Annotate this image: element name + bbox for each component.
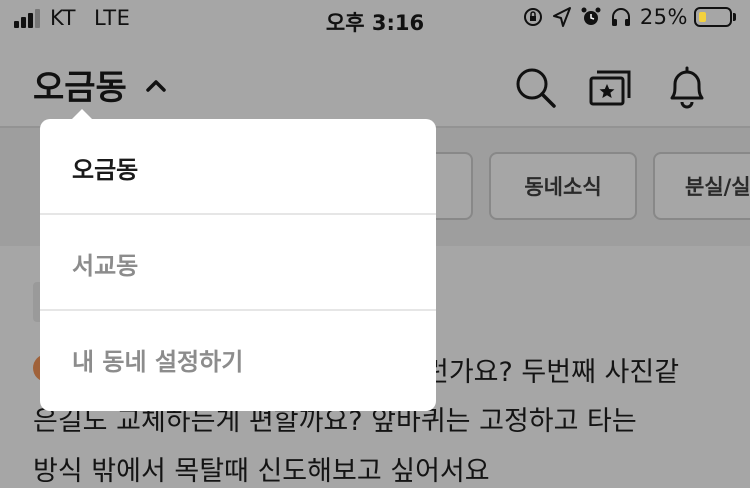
location-dropdown: 오금동 서교동 내 동네 설정하기 <box>40 119 436 411</box>
headphones-icon <box>611 8 630 26</box>
post-line-1: 런가요? 두번째 사진같 <box>424 357 680 388</box>
bell-icon[interactable] <box>664 64 710 110</box>
chip-lost-found[interactable]: 분실/실종 <box>653 152 750 220</box>
chevron-up-icon <box>146 79 166 92</box>
location-title: 오금동 <box>33 68 127 108</box>
battery-icon <box>694 7 732 27</box>
app-header: 오금동 <box>0 42 750 128</box>
location-selector[interactable]: 오금동 <box>33 60 167 109</box>
battery-level <box>699 12 706 22</box>
dropdown-item-current[interactable]: 오금동 <box>40 119 436 215</box>
catalog-icon[interactable] <box>588 64 634 110</box>
status-bar: KT LTE 오후 3:16 25% <box>0 0 750 42</box>
alarm-icon <box>581 7 601 25</box>
search-icon[interactable] <box>512 64 558 110</box>
chip-neighborhood-news[interactable]: 동네소식 <box>489 152 637 220</box>
location-arrow-icon <box>552 7 571 27</box>
orientation-lock-icon <box>523 8 542 26</box>
post-line-3: 방식 밖에서 목탈때 신도해보고 싶어서요 <box>33 456 490 487</box>
dropdown-item-other[interactable]: 서교동 <box>40 215 436 311</box>
battery-nub <box>733 13 736 21</box>
status-right: 25% <box>514 5 736 29</box>
dropdown-item-settings[interactable]: 내 동네 설정하기 <box>40 311 436 407</box>
battery-percent: 25% <box>639 5 688 29</box>
